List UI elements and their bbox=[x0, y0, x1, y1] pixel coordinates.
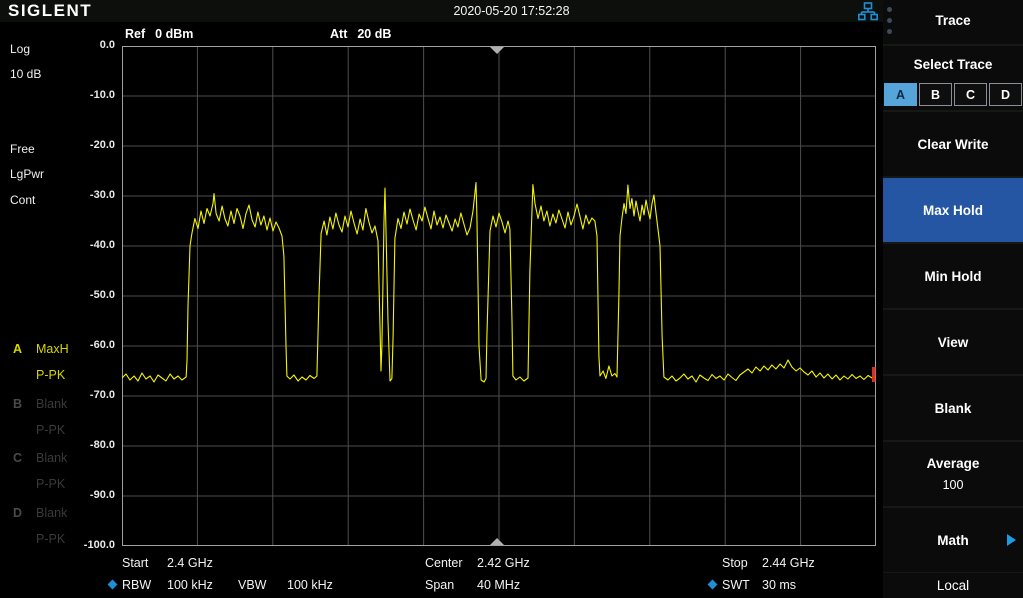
button-label: View bbox=[938, 335, 969, 350]
start-label: Start bbox=[122, 556, 167, 570]
center-freq-readout: Center2.42 GHz bbox=[425, 556, 530, 570]
swt-value: 30 ms bbox=[762, 578, 796, 592]
button-label: Math bbox=[937, 533, 969, 548]
lan-network-icon bbox=[858, 2, 878, 21]
rbw-readout: RBW100 kHz bbox=[122, 578, 213, 592]
span-value: 40 MHz bbox=[477, 578, 520, 592]
center-label: Center bbox=[425, 556, 477, 570]
max-hold-button[interactable]: Max Hold bbox=[883, 178, 1023, 242]
button-label: Min Hold bbox=[925, 269, 982, 284]
trace-tab-b[interactable]: B bbox=[919, 83, 952, 106]
select-trace-section: Select Trace ABCD bbox=[883, 46, 1023, 110]
swt-readout: SWT30 ms bbox=[722, 578, 796, 592]
start-freq-readout: Start2.4 GHz bbox=[122, 556, 213, 570]
y-axis-tick-label: -70.0 bbox=[0, 389, 115, 401]
y-axis-tick-label: -100.0 bbox=[0, 539, 115, 551]
ref-value: 0 dBm bbox=[155, 27, 193, 41]
swt-coupling-diamond-icon bbox=[708, 580, 718, 590]
center-freq-marker-top bbox=[490, 47, 504, 54]
rbw-label: RBW bbox=[122, 578, 167, 592]
vbw-label: VBW bbox=[238, 578, 287, 592]
y-axis-tick-label: -60.0 bbox=[0, 339, 115, 351]
span-readout: Span40 MHz bbox=[425, 578, 520, 592]
att-value: 20 dB bbox=[357, 27, 391, 41]
view-button[interactable]: View bbox=[883, 310, 1023, 374]
y-axis-tick-label: -50.0 bbox=[0, 289, 115, 301]
stop-value: 2.44 GHz bbox=[762, 556, 815, 570]
y-axis-tick-label: -40.0 bbox=[0, 239, 115, 251]
vbw-readout: VBW100 kHz bbox=[238, 578, 333, 592]
vbw-value: 100 kHz bbox=[287, 578, 333, 592]
trace-tab-strip: ABCD bbox=[884, 83, 1022, 106]
stop-label: Stop bbox=[722, 556, 762, 570]
button-label: Average bbox=[927, 456, 980, 471]
trace-tab-d[interactable]: D bbox=[989, 83, 1022, 106]
center-freq-marker-bottom bbox=[490, 538, 504, 545]
average-button[interactable]: Average 100 bbox=[883, 442, 1023, 506]
ref-level-readout: Ref 0 dBm bbox=[125, 27, 193, 41]
blank-button[interactable]: Blank bbox=[883, 376, 1023, 440]
ref-label: Ref bbox=[125, 27, 145, 41]
y-axis-tick-label: -30.0 bbox=[0, 189, 115, 201]
attenuation-readout: Att 20 dB bbox=[330, 27, 391, 41]
top-bar: SIGLENT 2020-05-20 17:52:28 bbox=[0, 0, 1023, 22]
local-label: Local bbox=[937, 578, 969, 593]
local-button[interactable]: Local bbox=[883, 573, 1023, 598]
button-label: Max Hold bbox=[923, 203, 983, 218]
button-value: 100 bbox=[943, 478, 964, 492]
menu-header: Trace bbox=[883, 0, 1023, 44]
rbw-value: 100 kHz bbox=[167, 578, 213, 592]
button-label: Blank bbox=[935, 401, 972, 416]
graticule-svg bbox=[122, 46, 876, 546]
menu-title: Trace bbox=[883, 13, 1023, 28]
swt-label: SWT bbox=[722, 578, 762, 592]
y-axis-tick-label: 0.0 bbox=[0, 39, 115, 51]
trace-tab-a[interactable]: A bbox=[884, 83, 917, 106]
start-value: 2.4 GHz bbox=[167, 556, 213, 570]
spectrum-analyzer-screen: SIGLENT 2020-05-20 17:52:28 Log 10 dB Fr… bbox=[0, 0, 1023, 598]
clear-write-button[interactable]: Clear Write bbox=[883, 112, 1023, 176]
trace-tab-c[interactable]: C bbox=[954, 83, 987, 106]
y-axis-tick-label: -10.0 bbox=[0, 89, 115, 101]
y-axis-tick-label: -80.0 bbox=[0, 439, 115, 451]
sweep-position-marker bbox=[872, 367, 876, 382]
stop-freq-readout: Stop2.44 GHz bbox=[722, 556, 815, 570]
button-label: Clear Write bbox=[917, 137, 988, 152]
att-label: Att bbox=[330, 27, 347, 41]
softkey-menu-panel: Trace Select Trace ABCD Clear Write Max H… bbox=[883, 0, 1023, 598]
submenu-arrow-icon bbox=[1007, 534, 1016, 546]
select-trace-label: Select Trace bbox=[883, 57, 1023, 72]
y-axis-tick-label: -20.0 bbox=[0, 139, 115, 151]
span-label: Span bbox=[425, 578, 477, 592]
y-axis-tick-label: -90.0 bbox=[0, 489, 115, 501]
y-axis-labels: 0.0 -10.0 -20.0 -30.0 -40.0 -50.0 -60.0 -70.0 -8… bbox=[0, 0, 118, 598]
center-value: 2.42 GHz bbox=[477, 556, 530, 570]
min-hold-button[interactable]: Min Hold bbox=[883, 244, 1023, 308]
math-button[interactable]: Math bbox=[883, 508, 1023, 572]
